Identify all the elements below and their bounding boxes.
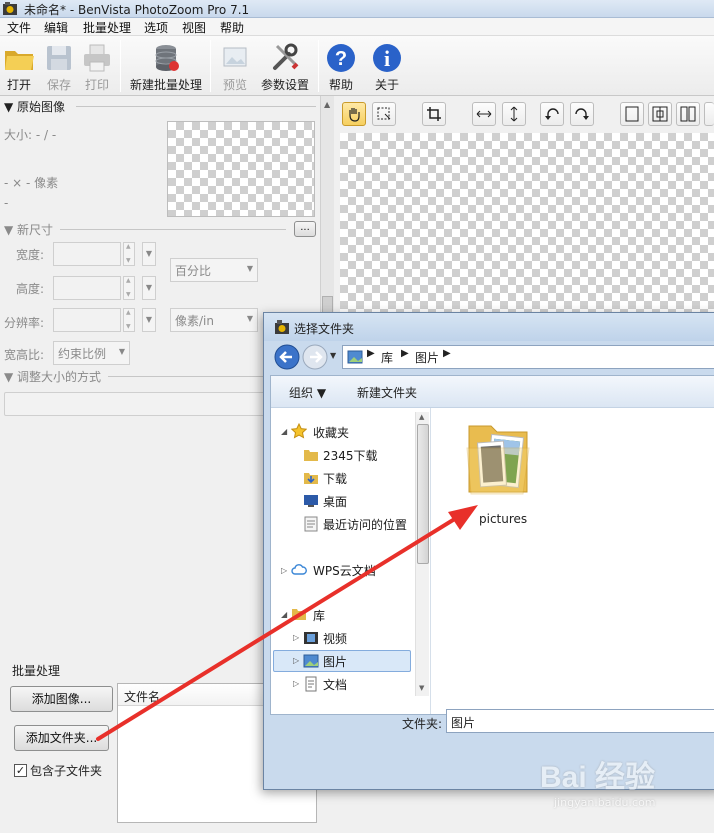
baidu-watermark: Bai 经验 jingyan.baidu.com: [540, 752, 710, 822]
annotation-arrow: [96, 505, 478, 741]
watermark-text: Bai 经验: [540, 761, 656, 794]
watermark-url: jingyan.baidu.com: [554, 796, 656, 809]
